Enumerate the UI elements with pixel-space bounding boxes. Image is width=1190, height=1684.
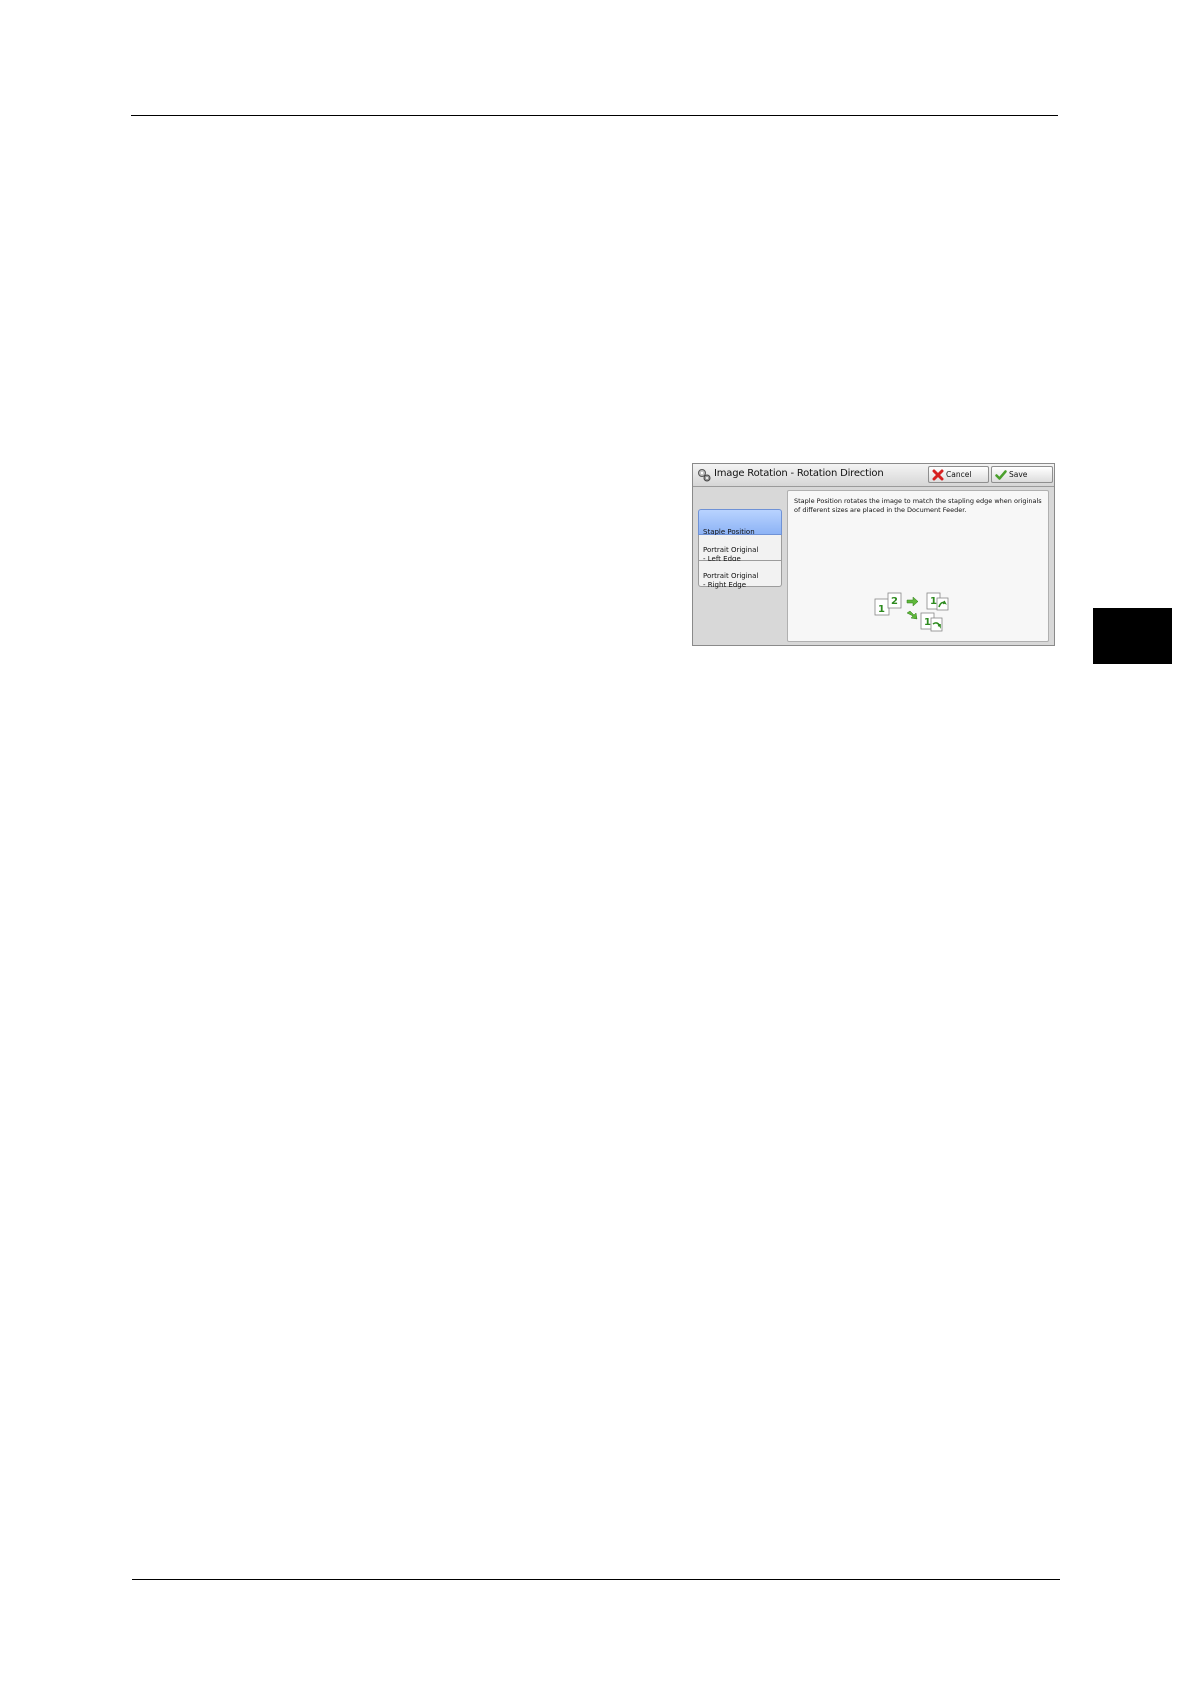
page-number: 1 [924, 617, 931, 628]
dialog-title: Image Rotation - Rotation Direction [714, 468, 884, 479]
settings-gear-icon [698, 469, 711, 482]
save-label: Save [1009, 470, 1028, 479]
page-number: 1 [930, 596, 937, 607]
chapter-tab [1093, 608, 1172, 664]
rotation-direction-dialog: Image Rotation - Rotation Direction Canc… [692, 463, 1055, 646]
header-rule [131, 115, 1058, 116]
arrow-right-icon [906, 596, 919, 607]
page-number: 1 [878, 604, 885, 615]
option-portrait-right-edge[interactable]: Portrait Original - Right Edge [698, 561, 782, 589]
staple-rotation-illustration: 1 2 1 1 [874, 592, 949, 632]
arrow-down-right-icon [906, 610, 918, 620]
cancel-button[interactable]: Cancel [928, 466, 989, 483]
dialog-titlebar: Image Rotation - Rotation Direction Canc… [693, 464, 1054, 487]
rotation-options-list: Staple Position Portrait Original - Left… [698, 509, 782, 589]
page-icon: 1 [926, 592, 949, 611]
close-icon [932, 469, 944, 481]
page-icon: 1 [874, 598, 890, 616]
option-description: Staple Position rotates the image to mat… [794, 497, 1042, 514]
cancel-label: Cancel [946, 470, 972, 479]
page-number: 2 [891, 596, 898, 607]
option-portrait-left-edge[interactable]: Portrait Original - Left Edge [698, 535, 782, 563]
description-panel: Staple Position rotates the image to mat… [787, 490, 1049, 642]
footer-rule [132, 1579, 1060, 1580]
option-label: Portrait Original - Right Edge [703, 572, 759, 589]
checkmark-icon [995, 470, 1007, 480]
save-button[interactable]: Save [991, 466, 1053, 483]
page-icon: 2 [887, 592, 902, 609]
page-icon: 1 [920, 612, 943, 632]
option-staple-position[interactable]: Staple Position [698, 509, 782, 536]
